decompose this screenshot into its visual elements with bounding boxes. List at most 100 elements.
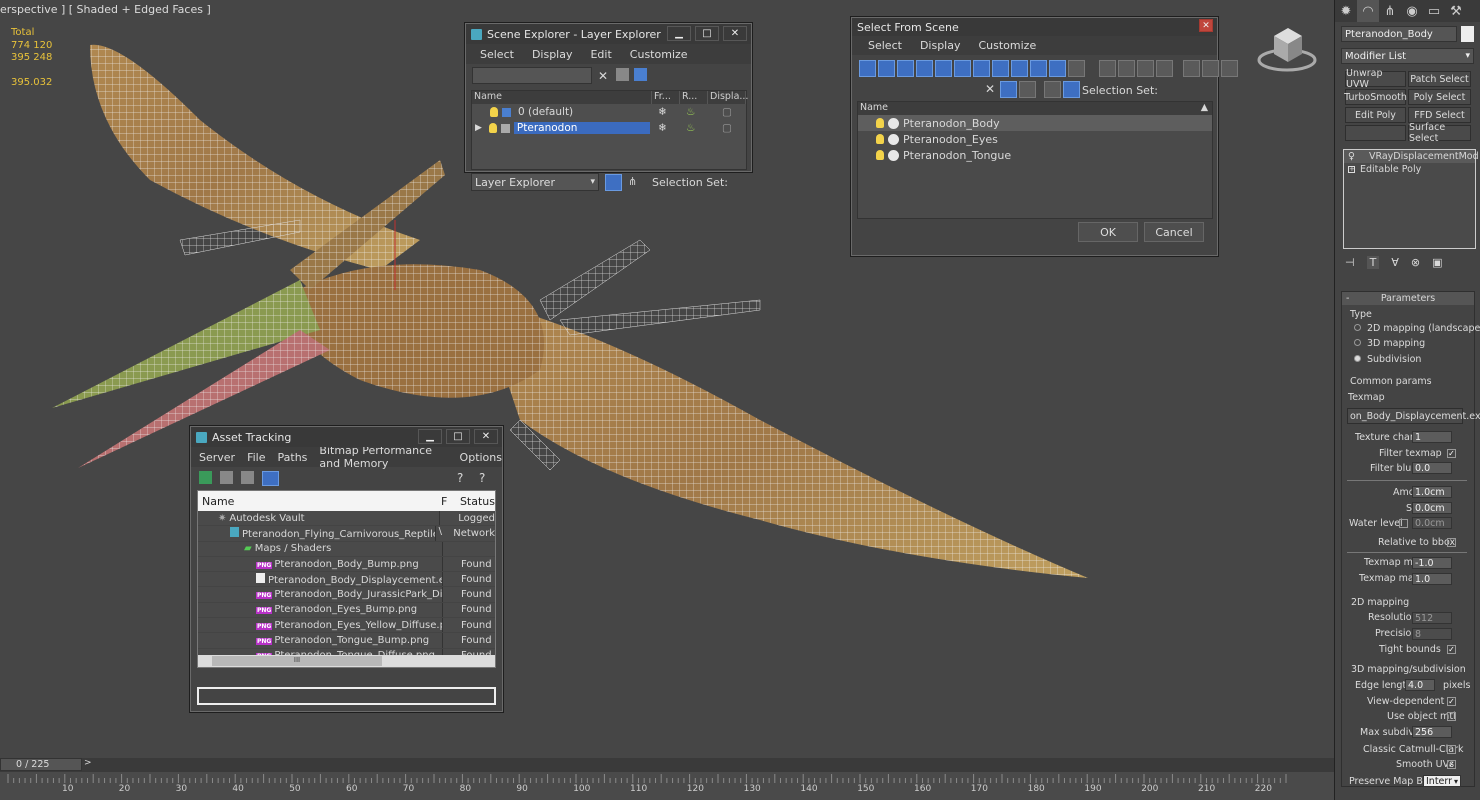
water-level-spinner[interactable]: 0.0cm [1412,517,1452,529]
path-input[interactable] [197,687,496,705]
expand-arrow-icon[interactable]: ▶ [475,123,482,133]
close-button[interactable]: ✕ [723,26,747,41]
asset-row[interactable]: PNGPteranodon_Body_JurassicPark_Diffus..… [198,587,495,603]
find-icon[interactable] [1000,81,1017,98]
object-row[interactable]: Pteranodon_Eyes [858,131,1212,147]
precision-spinner[interactable]: 8 [1412,628,1452,640]
filter-xrefs-icon[interactable] [992,60,1009,77]
scrollbar-thumb[interactable]: III [212,656,382,666]
radio-subdivision[interactable] [1354,355,1361,362]
menu-edit[interactable]: Edit [590,48,611,61]
filter-containers-icon[interactable] [1030,60,1047,77]
select-all-icon[interactable] [1118,60,1135,77]
scene-explorer-titlebar[interactable]: Scene Explorer - Layer Explorer ▁ □ ✕ [466,24,751,44]
filter-hidden-icon[interactable] [1068,60,1085,77]
light-bulb-icon[interactable] [876,150,884,160]
cancel-button[interactable]: Cancel [1144,222,1204,242]
table-view-icon[interactable] [262,471,279,486]
texture-chan-spinner[interactable]: 1 [1412,431,1452,443]
edit-poly-button[interactable]: Edit Poly [1345,107,1406,123]
asset-tracking-window[interactable]: Asset Tracking ▁ □ ✕ Server File Paths B… [190,426,503,712]
layer-name[interactable]: Pteranodon [513,122,650,134]
col-freeze[interactable]: Fr... [652,91,680,104]
explorer-type-select[interactable]: Layer Explorer [471,173,599,191]
object-row[interactable]: Pteranodon_Body [858,115,1212,131]
menu-options[interactable]: Options [460,451,502,464]
filter-lights-icon[interactable] [897,60,914,77]
layer-name[interactable]: 0 (default) [515,106,576,118]
light-bulb-icon[interactable]: ♀ [1348,151,1355,162]
hierarchy-icon[interactable]: ⋔ [628,175,640,189]
help-icon[interactable]: ? [457,471,463,485]
asset-row[interactable]: ✷ Autodesk Vault Logged [198,511,495,527]
preserve-map-bnd-select[interactable]: Interr ▾ [1423,775,1461,787]
view-dependent-checkbox[interactable]: ✓ [1447,697,1456,706]
clear-search-icon[interactable]: ✕ [985,82,995,96]
refresh-icon[interactable] [199,471,212,484]
time-slider[interactable]: 0 / 225 [0,758,82,771]
edge-length-spinner[interactable]: 4.0 [1405,679,1435,691]
layers-icon[interactable] [634,68,647,81]
amount-spinner[interactable]: 1.0cm [1412,486,1452,498]
menu-select[interactable]: Select [480,48,514,61]
asset-row[interactable]: PNG Pteranodon_Tongue_Bump.png Found [198,633,495,649]
tight-bounds-checkbox[interactable]: ✓ [1447,645,1456,654]
layer-row[interactable]: 0 (default) ❄ ♨ ▢ [472,104,746,120]
menu-display[interactable]: Display [920,39,961,52]
filter-groups-icon[interactable] [973,60,990,77]
list-view-icon[interactable] [220,471,233,484]
select-from-scene-titlebar[interactable]: Select From Scene ✕ [852,18,1217,36]
asset-row[interactable]: Pteranodon_Flying_Carnivorous_Reptile_vr… [198,526,495,542]
configure-sets-icon[interactable]: ▣ [1432,256,1442,269]
relative-bbox-checkbox[interactable] [1447,538,1456,547]
thumbnail-view-icon[interactable] [241,471,254,484]
menu-paths[interactable]: Paths [278,451,308,464]
col-display[interactable]: Displa... [708,91,748,104]
pin-stack-icon[interactable]: ⊣ [1345,256,1355,269]
create-tab-icon[interactable]: ✹ [1335,0,1357,22]
ok-button[interactable]: OK [1078,222,1138,242]
filter-none-icon[interactable] [1099,60,1116,77]
minimize-button[interactable]: ▁ [418,429,442,444]
col-name[interactable]: Name [198,495,441,508]
next-frame-button[interactable]: > [82,758,92,771]
remove-modifier-icon[interactable]: ⊗ [1411,256,1420,269]
filter-geometry-icon[interactable] [859,60,876,77]
col-status[interactable]: Status [456,495,495,508]
options-icon[interactable] [1221,60,1238,77]
filter-spacewarps-icon[interactable] [954,60,971,77]
help-context-icon[interactable]: ? [479,471,485,485]
menu-bitmap-performance[interactable]: Bitmap Performance and Memory [319,444,447,470]
expand-icon[interactable]: + [1348,166,1355,173]
radio-3d-mapping[interactable] [1354,339,1361,346]
select-from-scene-window[interactable]: Select From Scene ✕ Select Display Custo… [851,17,1238,256]
resolution-spinner[interactable]: 512 [1412,612,1452,624]
asset-row[interactable]: PNG Pteranodon_Body_Bump.png Found [198,556,495,573]
ffd-select-button[interactable]: FFD Select [1408,107,1471,123]
display-box-icon[interactable]: ▢ [722,106,732,118]
stack-item[interactable]: + Editable Poly [1344,163,1475,176]
filter-helpers-icon[interactable] [935,60,952,77]
asset-row[interactable]: PNG Pteranodon_Eyes_Yellow_Diffuse.png Fo… [198,618,495,634]
menu-customize[interactable]: Customize [978,39,1036,52]
object-name-field[interactable]: Pteranodon_Body [1341,26,1457,42]
track-bar[interactable] [0,772,1334,800]
render-teapot-icon[interactable]: ♨ [686,122,695,134]
invert-selection-icon[interactable] [1156,60,1173,77]
texmap-button[interactable]: on_Body_Displaycement.exr) [1347,408,1480,424]
unwrap-uvw-button[interactable]: Unwrap UVW [1345,68,1406,90]
filter-bones-icon[interactable] [1011,60,1028,77]
close-button[interactable]: ✕ [1199,19,1213,32]
col-f[interactable]: F [441,495,456,508]
filter-texmap-checkbox[interactable]: ✓ [1447,449,1456,458]
modifier-list-select[interactable]: Modifier List ▾ [1341,48,1474,64]
object-row[interactable]: Pteranodon_Tongue [858,147,1212,163]
layer-row[interactable]: ▶ Pteranodon ❄ ♨ ▢ [472,120,746,136]
clear-search-icon[interactable]: ✕ [598,69,608,83]
funnel-icon[interactable] [1183,60,1200,77]
stack-item[interactable]: ♀ VRayDisplacementMod [1344,150,1479,163]
display-tab-icon[interactable]: ▭ [1423,0,1445,22]
menu-server[interactable]: Server [199,451,235,464]
maximize-button[interactable]: □ [695,26,719,41]
use-object-mtl-checkbox[interactable] [1447,712,1456,721]
